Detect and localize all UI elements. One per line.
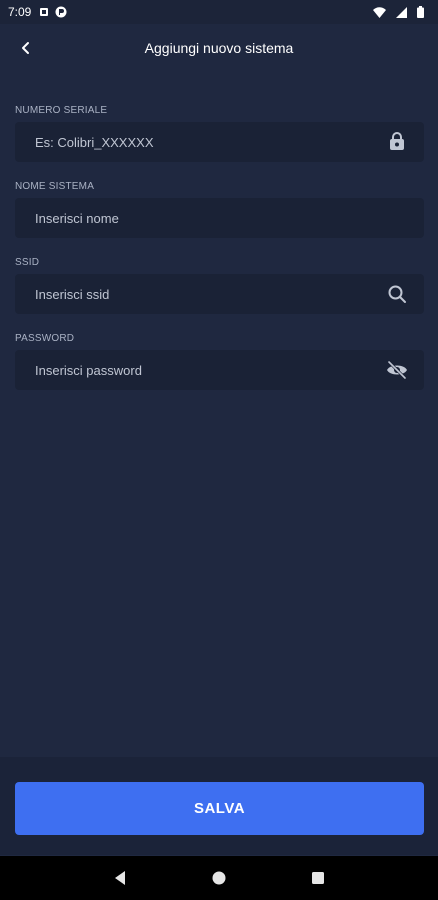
eye-off-icon[interactable] [386, 359, 408, 381]
name-input[interactable] [35, 210, 408, 226]
serial-label: NUMERO SERIALE [15, 105, 108, 116]
square-recents-icon [312, 872, 325, 884]
name-label: NOME SISTEMA [15, 181, 95, 192]
password-field[interactable] [15, 350, 424, 390]
system-navigation-bar [0, 856, 438, 900]
nav-recents-button[interactable] [306, 866, 330, 890]
chevron-left-icon [22, 42, 29, 54]
app-icon [55, 6, 67, 18]
serial-field-group: NUMERO SERIALE [15, 100, 424, 162]
circle-home-icon [212, 871, 226, 885]
password-label: PASSWORD [15, 333, 75, 344]
app-bar: Aggiungi nuovo sistema [0, 24, 438, 72]
ssid-label: SSID [15, 257, 40, 268]
notification-icon [39, 7, 49, 17]
serial-input[interactable] [35, 134, 386, 150]
name-field-group: NOME SISTEMA [15, 176, 424, 238]
ssid-field[interactable] [15, 274, 424, 314]
name-field[interactable] [15, 198, 424, 238]
nav-back-button[interactable] [108, 866, 132, 890]
ssid-field-group: SSID [15, 252, 424, 314]
password-field-group: PASSWORD [15, 328, 424, 390]
ssid-input[interactable] [35, 286, 386, 302]
lock-icon[interactable] [386, 131, 408, 153]
status-time: 7:09 [8, 5, 32, 19]
signal-icon [396, 6, 407, 18]
search-icon[interactable] [386, 283, 408, 305]
save-button[interactable]: SALVA [15, 782, 424, 835]
nav-home-button[interactable] [207, 866, 231, 890]
password-input[interactable] [35, 362, 386, 378]
back-button[interactable] [14, 36, 38, 60]
triangle-back-icon [114, 871, 125, 885]
status-bar: 7:09 [0, 0, 438, 24]
battery-icon [417, 6, 424, 18]
serial-field[interactable] [15, 122, 424, 162]
page-title: Aggiungi nuovo sistema [144, 40, 294, 56]
add-system-form: NUMERO SERIALE NOME SISTEMA SSID [15, 100, 424, 404]
wifi-icon [373, 6, 386, 18]
